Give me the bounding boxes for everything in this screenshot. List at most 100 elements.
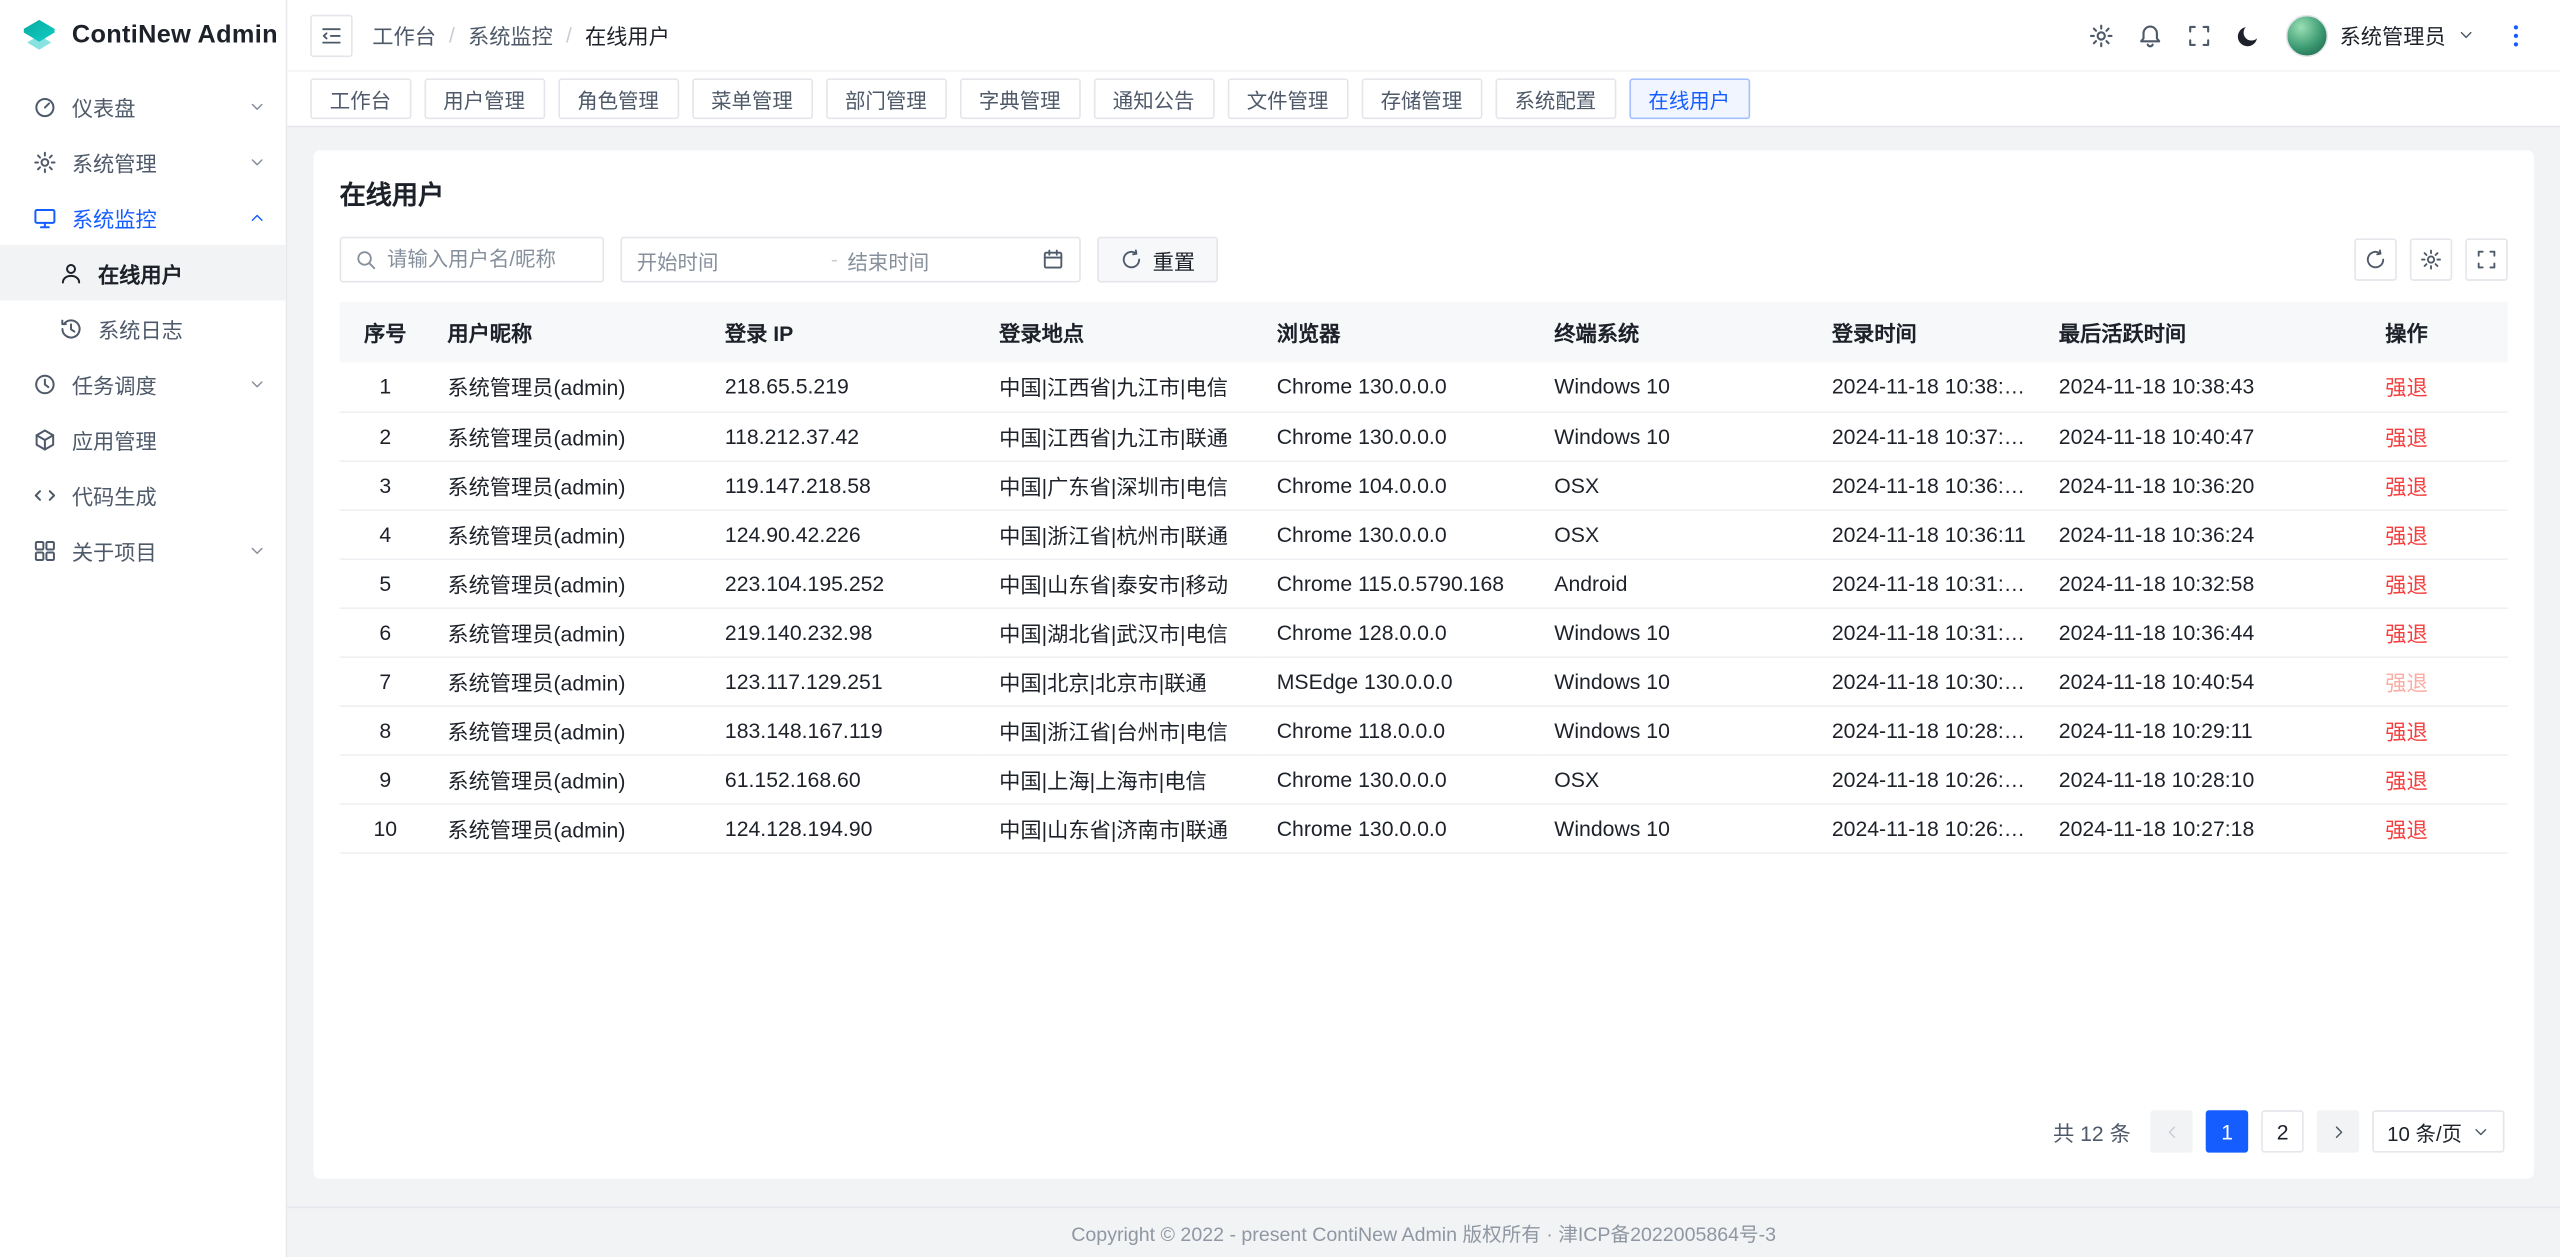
- page-size-select[interactable]: 10 条/页: [2372, 1110, 2504, 1152]
- logo[interactable]: ContiNew Admin: [0, 0, 286, 72]
- cell-last_active: 2024-11-18 10:38:43: [2042, 362, 2369, 411]
- cell-os: OSX: [1538, 460, 1816, 509]
- more-actions-button[interactable]: [2495, 14, 2537, 56]
- tab-item[interactable]: 系统配置: [1495, 78, 1616, 119]
- app-window: ContiNew Admin 仪表盘系统管理系统监控在线用户系统日志任务调度应用…: [0, 0, 2560, 1257]
- cell-login_time: 2024-11-18 10:30:47: [1816, 656, 2043, 705]
- cell-login_time: 2024-11-18 10:31:39: [1816, 558, 2043, 607]
- sidebar: ContiNew Admin 仪表盘系统管理系统监控在线用户系统日志任务调度应用…: [0, 0, 287, 1257]
- refresh-button[interactable]: [2354, 238, 2396, 280]
- force-logout-link[interactable]: 强退: [2385, 425, 2427, 449]
- sidebar-item-app-management[interactable]: 应用管理: [0, 411, 286, 467]
- bell-button[interactable]: [2129, 14, 2171, 56]
- cell-last_active: 2024-11-18 10:36:20: [2042, 460, 2369, 509]
- sidebar-item-system-monitor[interactable]: 系统监控: [0, 189, 286, 245]
- tab-item[interactable]: 字典管理: [959, 78, 1080, 119]
- cell-browser: MSEdge 130.0.0.0: [1260, 656, 1538, 705]
- cell-login_time: 2024-11-18 10:36:11: [1816, 509, 2043, 558]
- cell-browser: Chrome 115.0.5790.168: [1260, 558, 1538, 607]
- prev-page-button[interactable]: [2150, 1110, 2192, 1152]
- tab-item[interactable]: 角色管理: [558, 78, 679, 119]
- avatar: [2286, 14, 2328, 56]
- force-logout-link[interactable]: 强退: [2385, 523, 2427, 547]
- page-button[interactable]: 2: [2261, 1110, 2303, 1152]
- cell-browser: Chrome 130.0.0.0: [1260, 509, 1538, 558]
- table-row: 7系统管理员(admin)123.117.129.251中国|北京|北京市|联通…: [340, 656, 2508, 705]
- chevron-down-icon: [248, 541, 266, 559]
- table-row: 10系统管理员(admin)124.128.194.90中国|山东省|济南市|联…: [340, 803, 2508, 852]
- cell-browser: Chrome 130.0.0.0: [1260, 411, 1538, 460]
- sidebar-item-task-scheduling[interactable]: 任务调度: [0, 356, 286, 412]
- dashboard-icon: [33, 94, 57, 118]
- reset-button-label: 重置: [1153, 244, 1195, 275]
- refresh-icon: [2364, 248, 2387, 271]
- tab-item[interactable]: 部门管理: [825, 78, 946, 119]
- sidebar-item-code-generation[interactable]: 代码生成: [0, 467, 286, 523]
- cell-last_active: 2024-11-18 10:36:44: [2042, 607, 2369, 656]
- moon-icon: [2235, 22, 2261, 48]
- force-logout-link[interactable]: 强退: [2385, 572, 2427, 596]
- cell-no: 7: [340, 656, 431, 705]
- next-page-button[interactable]: [2317, 1110, 2359, 1152]
- cell-nickname: 系统管理员(admin): [431, 803, 709, 852]
- force-logout-link[interactable]: 强退: [2385, 817, 2427, 841]
- cell-os: Windows 10: [1538, 362, 1816, 411]
- sidebar-item-online-users[interactable]: 在线用户: [0, 245, 286, 301]
- tab-item[interactable]: 菜单管理: [692, 78, 813, 119]
- breadcrumb-item[interactable]: 在线用户: [585, 20, 670, 51]
- tab-item[interactable]: 存储管理: [1361, 78, 1482, 119]
- cell-no: 9: [340, 754, 431, 803]
- fullscreen-button[interactable]: [2465, 238, 2507, 280]
- force-logout-link[interactable]: 强退: [2385, 768, 2427, 792]
- footer: Copyright © 2022 - present ContiNew Admi…: [287, 1207, 2560, 1257]
- cell-nickname: 系统管理员(admin): [431, 558, 709, 607]
- force-logout-link[interactable]: 强退: [2385, 621, 2427, 645]
- menu-fold-icon: [320, 24, 343, 47]
- tab-item[interactable]: 用户管理: [424, 78, 545, 119]
- search-input[interactable]: [387, 248, 589, 271]
- force-logout-link[interactable]: 强退: [2385, 474, 2427, 498]
- moon-button[interactable]: [2227, 14, 2269, 56]
- grid-icon: [33, 538, 57, 562]
- date-range-picker[interactable]: 开始时间 - 结束时间: [620, 237, 1080, 283]
- reset-button[interactable]: 重置: [1097, 237, 1218, 283]
- fullscreen-button[interactable]: [2178, 14, 2220, 56]
- cell-last_active: 2024-11-18 10:32:58: [2042, 558, 2369, 607]
- tab-item[interactable]: 在线用户: [1629, 78, 1750, 119]
- breadcrumb-item[interactable]: 系统监控: [468, 20, 553, 51]
- table-row: 5系统管理员(admin)223.104.195.252中国|山东省|泰安市|移…: [340, 558, 2508, 607]
- cell-location: 中国|湖北省|武汉市|电信: [983, 607, 1261, 656]
- force-logout-link[interactable]: 强退: [2385, 670, 2427, 694]
- sidebar-item-dashboard[interactable]: 仪表盘: [0, 78, 286, 134]
- pagination: 共 12 条 12 10 条/页: [340, 1084, 2508, 1159]
- tab-item[interactable]: 工作台: [310, 78, 410, 119]
- cell-nickname: 系统管理员(admin): [431, 705, 709, 754]
- table-body: 1系统管理员(admin)218.65.5.219中国|江西省|九江市|电信Ch…: [340, 362, 2508, 852]
- breadcrumb-item[interactable]: 工作台: [372, 20, 436, 51]
- settings-button[interactable]: [2410, 238, 2452, 280]
- force-logout-link[interactable]: 强退: [2385, 719, 2427, 743]
- settings-icon: [2420, 248, 2443, 271]
- sidebar-item-system-logs[interactable]: 系统日志: [0, 300, 286, 356]
- sidebar-item-label: 系统日志: [98, 313, 266, 344]
- sidebar-item-about-project[interactable]: 关于项目: [0, 522, 286, 578]
- chevron-left-icon: [2163, 1122, 2181, 1140]
- tab-item[interactable]: 文件管理: [1227, 78, 1348, 119]
- toolbar: 开始时间 - 结束时间 重置: [340, 237, 2508, 283]
- sidebar-item-system-management[interactable]: 系统管理: [0, 134, 286, 190]
- online-users-card: 在线用户 开始时间 - 结束时间 重置: [313, 150, 2533, 1179]
- tab-item[interactable]: 通知公告: [1093, 78, 1214, 119]
- user-menu[interactable]: 系统管理员: [2279, 14, 2481, 56]
- clock-icon: [33, 371, 57, 395]
- cell-ip: 119.147.218.58: [709, 460, 983, 509]
- force-logout-link[interactable]: 强退: [2385, 376, 2427, 400]
- main-area: 工作台/系统监控/在线用户 系统管理员 工作台用户管理角色管理菜单管理部门管理字…: [287, 0, 2560, 1257]
- table-row: 9系统管理员(admin)61.152.168.60中国|上海|上海市|电信Ch…: [340, 754, 2508, 803]
- sidebar-collapse-button[interactable]: [310, 14, 352, 56]
- cell-login_time: 2024-11-18 10:38:39: [1816, 362, 2043, 411]
- logo-icon: [20, 16, 59, 55]
- cell-nickname: 系统管理员(admin): [431, 607, 709, 656]
- page-button[interactable]: 1: [2206, 1110, 2248, 1152]
- chevron-up-icon: [248, 208, 266, 226]
- settings-button[interactable]: [2080, 14, 2122, 56]
